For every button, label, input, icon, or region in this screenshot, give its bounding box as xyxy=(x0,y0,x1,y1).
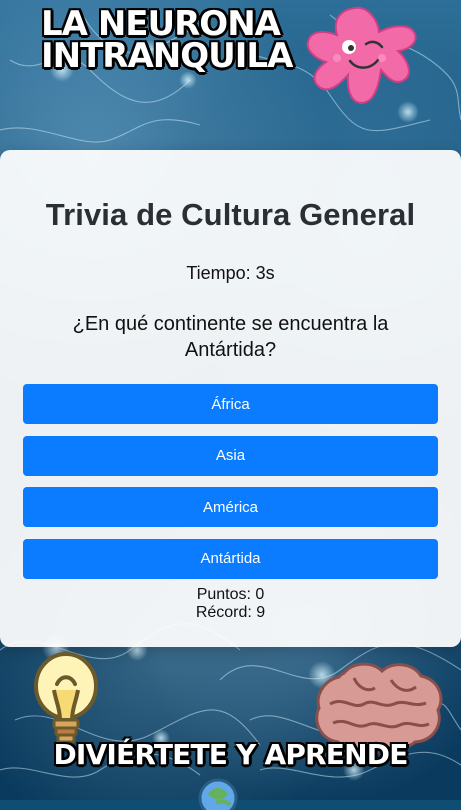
points-text: Puntos: 0 xyxy=(196,586,265,603)
trivia-card: Trivia de Cultura General Tiempo: 3s ¿En… xyxy=(0,150,461,647)
logo-line-2: INTRANQUILA xyxy=(41,36,293,77)
neuron-character-icon xyxy=(306,6,417,105)
app-logo-text: LA NEURONA INTRANQUILA xyxy=(41,7,293,73)
trivia-title: Trivia de Cultura General xyxy=(45,197,416,232)
answer-button-asia[interactable]: Asia xyxy=(23,435,438,476)
globe-icon xyxy=(198,778,238,810)
answer-button-antartida[interactable]: Antártida xyxy=(23,538,438,579)
answer-button-america[interactable]: América xyxy=(23,487,438,527)
timer-text: Tiempo: 3s xyxy=(186,263,275,283)
record-text: Récord: 9 xyxy=(195,603,266,621)
answers-list: África Asia América Antártida xyxy=(23,384,438,590)
answer-button-africa[interactable]: África xyxy=(23,384,438,424)
bottom-slogan: DIVIÉRTETE Y APRENDE xyxy=(53,738,408,771)
score-panel: Puntos: 0 Récord: 9 xyxy=(0,586,461,622)
question-text: ¿En qué continente se encuentra la Antár… xyxy=(72,313,389,361)
